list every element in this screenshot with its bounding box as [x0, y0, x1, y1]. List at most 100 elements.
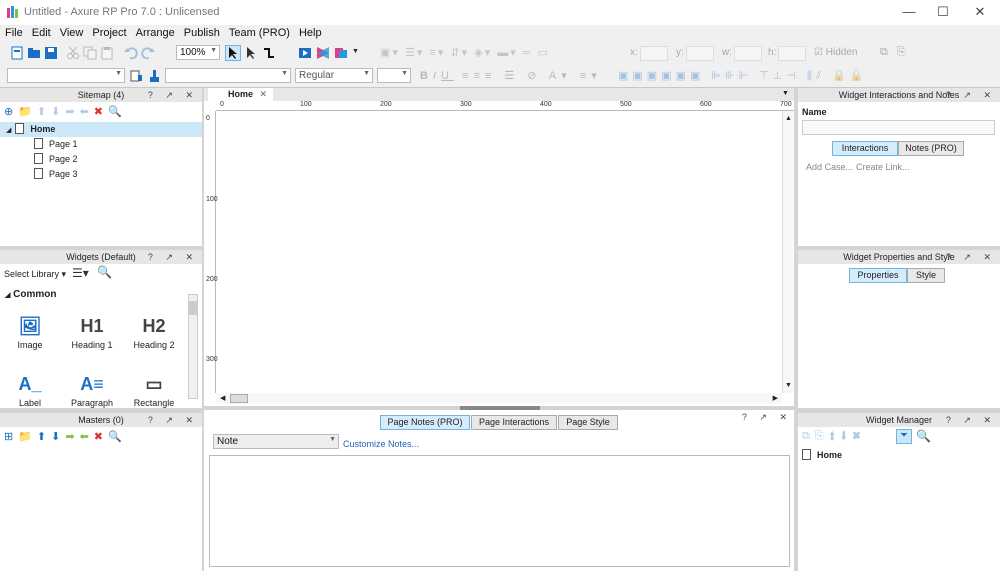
chevron-down-icon: ▼ [281, 70, 288, 77]
name-field[interactable] [802, 120, 995, 135]
publish-icon[interactable] [334, 46, 348, 60]
brush-icon[interactable] [147, 69, 161, 83]
publish-dropdown-icon[interactable]: ▼ [352, 48, 359, 55]
widget-note-icons[interactable]: ⧉ ⎘ [880, 46, 909, 59]
new-file-icon[interactable] [10, 46, 24, 60]
maximize-button[interactable]: ☐ [932, 3, 954, 21]
tab-page-style[interactable]: Page Style [558, 415, 618, 430]
tab-interactions[interactable]: Interactions [832, 141, 898, 156]
panel-controls[interactable]: ? ↗ ✕ [946, 250, 996, 264]
widget-rectangle[interactable]: ▭ Rectangle [124, 370, 184, 408]
text-format-tools[interactable]: BIU ≡≡≡ ☰ ⊘ A▾ ≡▾ [420, 69, 602, 82]
widget-paragraph[interactable]: A≡ Paragraph [62, 370, 122, 408]
note-select[interactable]: Note ▼ [213, 434, 339, 449]
menu-project[interactable]: Project [87, 25, 130, 39]
scroll-right-icon[interactable]: ▶ [773, 394, 778, 402]
filter-icon[interactable]: ⏷ [896, 429, 912, 444]
hidden-checkbox[interactable]: ☑ Hidden [814, 47, 857, 58]
sitemap-page-1[interactable]: Page 1 [34, 137, 78, 152]
zoom-select[interactable]: 100% ▼ [176, 45, 220, 60]
panel-controls[interactable]: ? ↗ ✕ [148, 250, 198, 264]
add-case-link[interactable]: Add Case... [806, 162, 853, 172]
font-size-select[interactable]: ▼ [377, 68, 411, 83]
font-style-select[interactable]: Regular ▼ [295, 68, 373, 83]
widget-heading-1[interactable]: H1 Heading 1 [62, 312, 122, 350]
widget-scrollbar[interactable] [188, 294, 198, 399]
minimize-button[interactable]: — [898, 3, 920, 21]
page-label: Page 3 [49, 169, 78, 179]
style-select[interactable]: ▼ [7, 68, 125, 83]
menu-publish[interactable]: Publish [179, 25, 224, 39]
tab-notes[interactable]: Notes (PRO) [898, 141, 964, 156]
close-window-button[interactable]: ✕ [969, 3, 991, 21]
menu-help[interactable]: Help [294, 25, 326, 39]
panel-controls[interactable]: ? ↗ ✕ [148, 88, 198, 102]
sitemap-home-row[interactable]: ◢ Home [0, 122, 202, 137]
menu-lines-icon[interactable]: ☰▾ [72, 266, 89, 280]
expand-triangle-icon[interactable]: ◢ [6, 127, 11, 134]
panel-controls[interactable]: ? ↗ ✕ [742, 410, 792, 424]
select-contained-icon[interactable] [244, 46, 258, 60]
save-icon[interactable] [44, 46, 58, 60]
panel-controls[interactable]: ? ↗ ✕ [148, 413, 198, 427]
widget-image[interactable]: 🖼 Image [0, 312, 60, 350]
search-icon[interactable]: 🔍 [97, 265, 112, 279]
sitemap-tools[interactable]: ⊕📁⬆⬇➡⬅✖🔍 [4, 105, 127, 118]
format-tools[interactable]: ▣▾ ☰▾ ≡▾ ⇵▾ ◈▾ ▬▾ ═ ▭ [380, 46, 620, 60]
w-field[interactable] [734, 46, 762, 61]
tab-home[interactable]: Home ✕ [208, 88, 274, 101]
menu-file[interactable]: File [0, 25, 27, 39]
scroll-thumb[interactable] [230, 394, 248, 403]
h-field[interactable] [778, 46, 806, 61]
manager-header: Widget Manager ? ↗ ✕ [798, 413, 1000, 427]
arrange-tools[interactable]: ▣▣▣▣▣▣ ⊫⊪⊩ ⊤⊥⊣ ⫼⫽ 🔒🔓 [618, 69, 867, 83]
menu-team[interactable]: Team (PRO) [224, 25, 294, 39]
tab-style[interactable]: Style [907, 268, 945, 283]
scroll-thumb[interactable] [189, 301, 197, 315]
notes-textarea[interactable] [209, 455, 790, 567]
format-painter-icon[interactable] [130, 69, 144, 83]
select-library-dropdown[interactable]: Select Library ▾ [4, 269, 66, 280]
paste-icon[interactable] [100, 46, 114, 60]
redo-icon[interactable] [141, 46, 155, 60]
customize-notes-link[interactable]: Customize Notes... [343, 439, 419, 449]
cut-icon[interactable] [66, 46, 80, 60]
y-field[interactable] [686, 46, 714, 61]
canvas-h-scrollbar[interactable]: ◀ ▶ [216, 393, 782, 404]
x-field[interactable] [640, 46, 668, 61]
widget-heading-2[interactable]: H2 Heading 2 [124, 312, 184, 350]
copy-icon[interactable] [83, 46, 97, 60]
font-family-select[interactable]: ▼ [165, 68, 291, 83]
menu-arrange[interactable]: Arrange [131, 25, 179, 39]
category-common[interactable]: ◢ Common [5, 289, 57, 300]
menu-edit[interactable]: Edit [27, 25, 55, 39]
sitemap-page-2[interactable]: Page 2 [34, 152, 78, 167]
open-folder-icon[interactable] [27, 46, 41, 60]
share-icon[interactable] [316, 46, 330, 60]
tab-page-interactions[interactable]: Page Interactions [471, 415, 557, 430]
tab-page-notes[interactable]: Page Notes (PRO) [380, 415, 470, 430]
tab-list-icon[interactable]: ▼ [782, 90, 789, 97]
sitemap-page-3[interactable]: Page 3 [34, 167, 78, 182]
canvas-v-scrollbar[interactable]: ▲ ▼ [782, 111, 793, 393]
ruler-label: 500 [620, 101, 632, 108]
connector-icon[interactable] [262, 46, 276, 60]
preview-icon[interactable] [298, 46, 312, 60]
panel-controls[interactable]: ? ↗ ✕ [946, 88, 996, 102]
zoom-value: 100% [180, 47, 206, 58]
manager-home-row[interactable]: Home [802, 448, 842, 463]
widget-label-item[interactable]: A_ Label [0, 370, 60, 408]
masters-tools[interactable]: ⊞📁⬆⬇➡⬅✖🔍 [4, 430, 127, 443]
scroll-down-icon[interactable]: ▼ [785, 382, 792, 389]
select-intersected-icon[interactable] [225, 45, 241, 61]
close-tab-icon[interactable]: ✕ [260, 89, 268, 99]
undo-icon[interactable] [124, 46, 138, 60]
menu-view[interactable]: View [55, 25, 88, 39]
manager-tools[interactable]: ⧉⎘⬆⬇✖ [802, 430, 866, 443]
search-icon[interactable]: 🔍 [916, 429, 931, 443]
create-link-link[interactable]: Create Link... [856, 162, 910, 172]
tab-properties[interactable]: Properties [849, 268, 907, 283]
panel-controls[interactable]: ? ↗ ✕ [946, 413, 996, 427]
scroll-left-icon[interactable]: ◀ [220, 394, 225, 402]
scroll-up-icon[interactable]: ▲ [785, 115, 792, 122]
